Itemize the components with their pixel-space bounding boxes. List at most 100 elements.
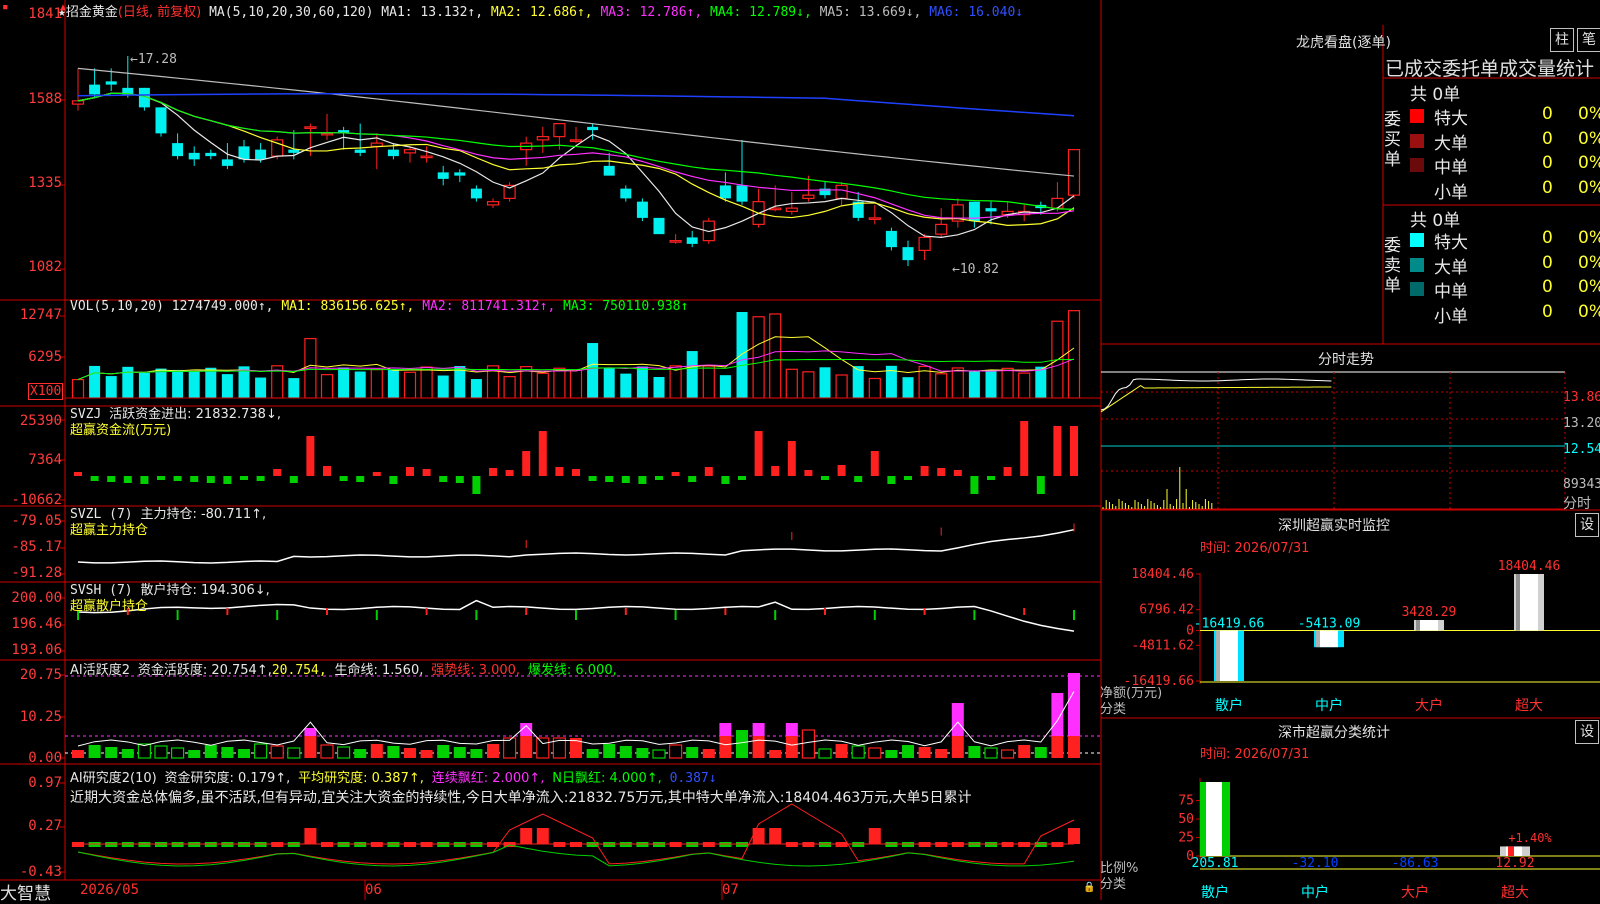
flow-bar	[655, 476, 663, 480]
candle-body	[288, 149, 300, 153]
research-bar	[769, 828, 782, 844]
volume-bar	[852, 366, 864, 398]
activity-bar	[1068, 673, 1080, 736]
activity-bar	[686, 747, 699, 758]
svzj-ytick: 7364	[28, 452, 62, 468]
color-swatch	[1410, 306, 1424, 321]
buy-side-label: 委买单	[1384, 110, 1401, 170]
activity-bar	[868, 747, 882, 759]
activity-bar	[1034, 747, 1047, 758]
order-pct: 0%	[1578, 177, 1600, 198]
column-view-button[interactable]: 柱	[1550, 28, 1574, 52]
svzl-line	[77, 528, 1075, 564]
activity-bar	[752, 723, 765, 736]
time-label: 06	[365, 882, 382, 898]
ai1-ytick: 10.25	[19, 709, 62, 725]
volume-bar	[155, 368, 167, 398]
volume-header: VOL(5,10,20) 1274749.000↑, MA1: 836156.6…	[70, 299, 689, 314]
candle-body	[470, 188, 482, 199]
activity-bar	[287, 747, 301, 759]
order-pct: 0%	[1578, 128, 1600, 149]
candle-body	[1051, 197, 1064, 209]
candle-body	[885, 230, 897, 248]
research-bar	[520, 828, 533, 844]
flow-bar	[970, 476, 979, 494]
flow-bar	[920, 466, 929, 476]
flow-bar	[638, 476, 647, 484]
candle-body	[736, 185, 748, 202]
flow-bar	[306, 436, 315, 476]
flow-bar	[206, 476, 215, 483]
sz-class-title: 深市超赢分类统计	[1278, 725, 1390, 741]
activity-bar	[503, 737, 517, 759]
flow-bar	[904, 476, 912, 480]
kline-ytick: 1588	[28, 91, 62, 107]
volume-bar	[587, 343, 599, 398]
volume-bar	[653, 376, 665, 398]
monitor-bar-shade	[1216, 630, 1220, 681]
color-swatch	[1410, 257, 1424, 272]
activity-bar	[668, 744, 683, 759]
order-size-label: 小单	[1434, 182, 1468, 203]
monitor-bar-label: -16419.66	[1194, 617, 1264, 632]
volume-bar	[902, 377, 914, 398]
ai2-ytick: -0.43	[19, 864, 62, 880]
order-size-label: 中单	[1434, 158, 1468, 178]
kline-ytick: 1335	[28, 175, 62, 191]
ma3-value: MA3: 12.786↑,	[600, 5, 703, 20]
volume-bar	[338, 367, 350, 398]
volume-bar	[719, 375, 731, 398]
activity-bar	[520, 736, 533, 758]
activity-bar	[902, 745, 914, 758]
monitor-category-label: 大户	[1415, 697, 1443, 714]
activity-bar	[769, 750, 782, 758]
class-bar-highlight	[1206, 782, 1222, 856]
lock-icon[interactable]: 🔒	[1083, 882, 1095, 893]
activity-bar	[105, 747, 118, 758]
fenshi-price-line	[1100, 378, 1332, 411]
tick-view-button[interactable]: 笔	[1577, 28, 1600, 52]
flow-bar	[821, 476, 829, 480]
flow-bar	[771, 466, 780, 476]
sz-monitor-settings-button[interactable]: 设	[1575, 513, 1599, 537]
flow-bar	[439, 476, 448, 482]
candle-body	[587, 126, 599, 131]
kline-ytick: 1082	[28, 259, 62, 275]
activity-bar	[188, 750, 201, 758]
flow-bar	[190, 476, 199, 482]
time-label: 2026/05	[80, 882, 140, 898]
period-mode[interactable]: (日线, 前复权)	[118, 5, 201, 20]
volume-bar	[1035, 366, 1047, 398]
activity-bar	[1051, 736, 1064, 758]
order-count: 0	[1542, 301, 1553, 322]
candle-body	[653, 217, 665, 235]
candle-body	[1067, 149, 1081, 196]
class-value-label: 205.81	[1192, 856, 1239, 871]
flow-bar	[804, 470, 813, 476]
activity-bar	[270, 745, 284, 759]
ma6-value: MA6: 16.040↓	[929, 5, 1024, 20]
candle-body	[918, 236, 931, 251]
flow-bar	[837, 465, 846, 476]
flow-bar	[621, 476, 630, 483]
research-bar	[1068, 828, 1080, 844]
candle-body	[354, 149, 366, 153]
class-category-label: 大户	[1401, 884, 1429, 900]
flow-bar	[339, 476, 348, 481]
chart-area[interactable]: 18404.466796.420-4811.62-16419.66-16419.…	[0, 0, 1600, 900]
candle-body	[669, 240, 682, 243]
activity-bar	[536, 737, 550, 759]
fenshi-bottom-label: 分时	[1563, 496, 1591, 512]
monitor-bar-shade	[1516, 574, 1520, 631]
candle-body	[553, 123, 566, 138]
kline-low-label: ←10.82	[952, 262, 999, 277]
monitor-bar-label: 3428.29	[1402, 605, 1457, 620]
flow-bar	[472, 476, 481, 494]
volume-bar	[370, 368, 383, 399]
activity-bar	[719, 736, 732, 758]
volume-bar	[769, 313, 782, 399]
sz-class-settings-button[interactable]: 设	[1575, 720, 1599, 744]
activity-bar	[304, 736, 317, 758]
ai2-header: AI研究度2(10) 资金研究度: 0.179↑, 平均研究度: 0.387↑,…	[70, 771, 717, 786]
flow-bar	[588, 476, 597, 481]
